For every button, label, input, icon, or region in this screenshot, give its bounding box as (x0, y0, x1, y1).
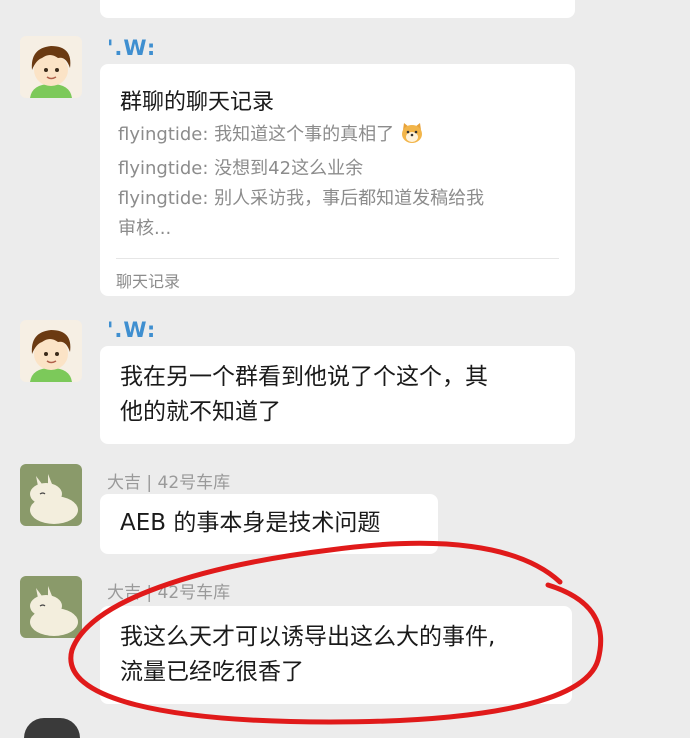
chat-record-line: flyingtide: 没想到42这么业余 (118, 158, 364, 179)
cartoon-boy-avatar-icon (20, 320, 82, 382)
chat-record-line: flyingtide: 别人采访我，事后都知道发稿给我 (118, 188, 485, 209)
sender-name: 大吉 | 42号车库 (107, 473, 231, 493)
sender-name: 大吉 | 42号车库 (107, 583, 231, 603)
next-avatar-partial (24, 718, 80, 738)
moomin-avatar-icon (20, 576, 82, 638)
previous-message-bubble (100, 0, 575, 18)
message-text: 我在另一个群看到他说了个这个，其 (120, 364, 488, 390)
avatar-moomin[interactable] (20, 464, 82, 526)
avatar-boy[interactable] (20, 36, 82, 98)
chat-record-line: 审核... (118, 218, 172, 239)
chat-record-line: flyingtide: 我知道这个事的真相了 (118, 120, 558, 154)
message-text: 我这么天才可以诱导出这么大的事件, (120, 624, 496, 650)
sender-name: '.W: (107, 318, 157, 342)
avatar-boy[interactable] (20, 320, 82, 382)
chat-record-title: 群聊的聊天记录 (120, 90, 275, 115)
chat-record-card[interactable]: 群聊的聊天记录 flyingtide: 我知道这个事的真相了 flyingtid… (100, 64, 575, 296)
chat-record-divider (116, 258, 559, 259)
cartoon-boy-avatar-icon (20, 36, 82, 98)
avatar-moomin[interactable] (20, 576, 82, 638)
message-text: 他的就不知道了 (120, 399, 281, 425)
message-text: AEB 的事本身是技术问题 (120, 510, 381, 536)
sender-name: '.W: (107, 36, 157, 60)
message-bubble[interactable]: 我在另一个群看到他说了个这个，其 他的就不知道了 (100, 346, 575, 444)
message-bubble[interactable]: 我这么天才可以诱导出这么大的事件, 流量已经吃很香了 (100, 606, 572, 704)
moomin-avatar-icon (20, 464, 82, 526)
message-text: 流量已经吃很香了 (120, 659, 304, 685)
message-bubble[interactable]: AEB 的事本身是技术问题 (100, 494, 438, 554)
chat-record-footer: 聊天记录 (116, 272, 181, 291)
dog-emoji-icon (400, 122, 424, 154)
